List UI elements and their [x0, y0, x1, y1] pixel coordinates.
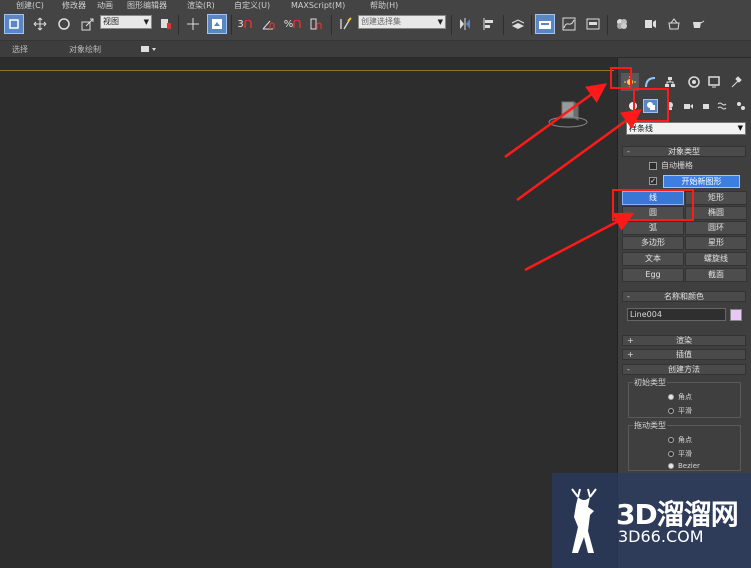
watermark: 3D溜溜网 3D66.COM	[552, 473, 751, 568]
deer-logo-icon	[571, 488, 597, 553]
watermark-domain: 3D66.COM	[618, 527, 704, 546]
annotation-arrow-shapes-category	[516, 109, 643, 202]
annotation-arrow-line-circle	[524, 212, 635, 272]
annotation-arrow-create-tab	[504, 83, 608, 159]
